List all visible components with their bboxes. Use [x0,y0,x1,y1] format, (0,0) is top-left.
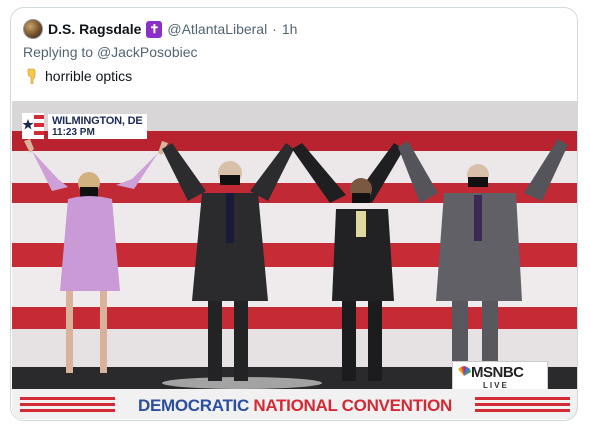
banner-part-democratic: DEMOCRATIC [137,396,249,415]
tweet-header: D.S. Ragsdale ✝ @AtlantaLiberal · 1h [23,18,297,40]
user-handle[interactable]: @AtlantaLiberal [167,21,267,37]
banner-title: DEMOCRATIC NATIONAL CONVENTION [12,396,577,416]
tweet-media-image[interactable]: WILMINGTON, DE 11:23 PM MSNBC LIVE DEMOC… [12,101,577,419]
tweet-card[interactable]: D.S. Ragsdale ✝ @AtlantaLiberal · 1h Rep… [10,7,578,421]
peacock-icon [458,366,471,376]
convention-banner: DEMOCRATIC NATIONAL CONVENTION [12,389,577,419]
latin-cross-icon: ✝ [146,20,163,38]
separator-dot: · [272,21,277,37]
tweet-body-text: horrible optics [45,68,133,84]
reply-to-handle[interactable]: @JackPosobiec [97,44,198,60]
display-name[interactable]: D.S. Ragsdale [48,21,141,37]
location-overlay: WILMINGTON, DE 11:23 PM [22,113,147,139]
location-label: WILMINGTON, DE 11:23 PM [48,113,147,139]
star-stripes-icon [22,113,44,139]
location-city: WILMINGTON, DE [52,114,143,127]
network-name: MSNBC [471,364,524,381]
pointing-down-emoji-icon [27,68,36,84]
banner-part-convention: NATIONAL CONVENTION [253,396,453,415]
avatar[interactable] [23,19,43,39]
timestamp[interactable]: 1h [282,21,298,37]
tweet-text: horrible optics [23,68,132,84]
reply-context: Replying to @JackPosobiec [23,44,198,60]
reply-prefix: Replying to [23,44,94,60]
location-time: 11:23 PM [52,126,95,138]
